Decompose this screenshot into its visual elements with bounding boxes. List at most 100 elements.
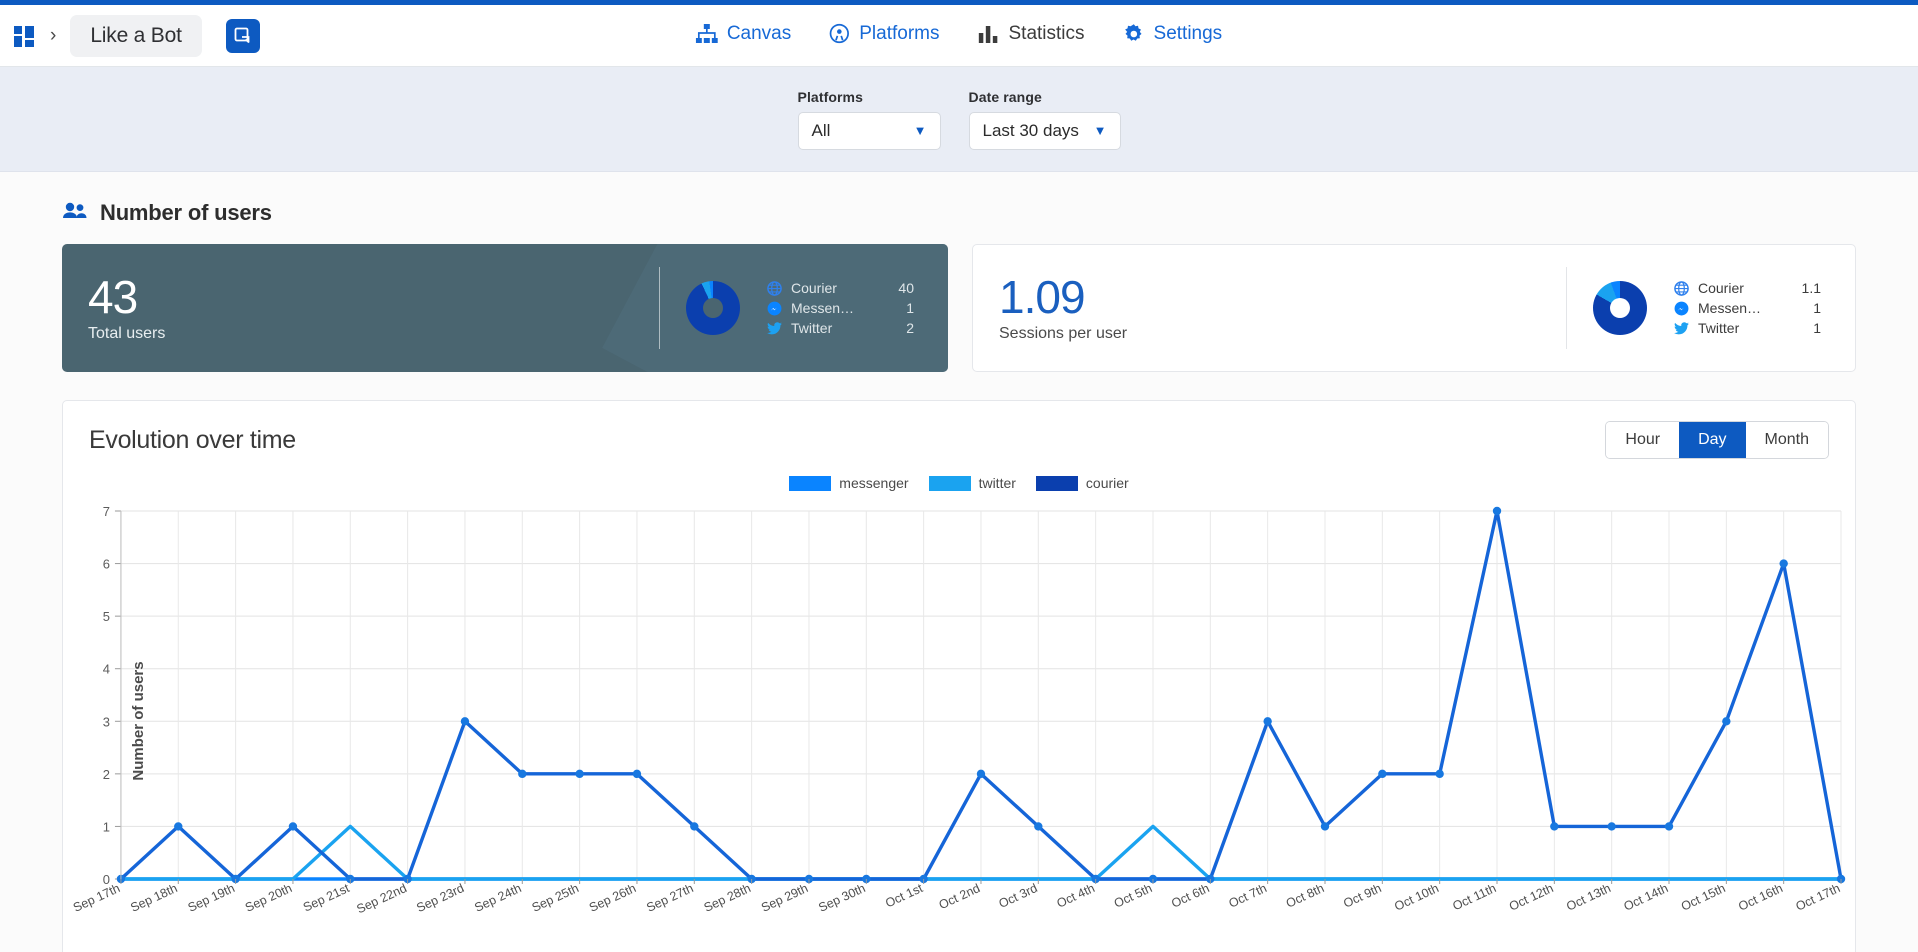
svg-text:Sep 22nd: Sep 22nd [355, 881, 409, 916]
svg-text:Oct 6th: Oct 6th [1169, 881, 1211, 911]
stat-cards-row: 43 Total users Courier 40 Messen… 1 Twit… [0, 244, 1918, 372]
legend-row: Courier 1.1 [1673, 280, 1833, 296]
legend-name: Courier [791, 280, 837, 296]
svg-text:Oct 9th: Oct 9th [1341, 881, 1383, 911]
messenger-icon [766, 300, 782, 316]
legend-row: Messen… 1 [1673, 300, 1833, 316]
svg-text:Sep 17th: Sep 17th [71, 881, 122, 915]
chevron-down-icon: ▼ [913, 123, 927, 138]
nav-label-statistics: Statistics [1008, 22, 1085, 44]
legend-value: 1.1 [1801, 280, 1821, 296]
nav-label-platforms: Platforms [859, 22, 940, 44]
twitter-icon [1673, 320, 1689, 336]
sessions-donut-chart [1593, 281, 1647, 335]
platforms-select[interactable]: All ▼ [797, 111, 941, 150]
chart-legend-item-messenger[interactable]: messenger [789, 475, 909, 491]
svg-text:Oct 11th: Oct 11th [1450, 881, 1498, 913]
svg-text:Sep 20th: Sep 20th [243, 881, 294, 915]
granularity-option-month[interactable]: Month [1745, 422, 1828, 458]
svg-text:5: 5 [103, 609, 110, 624]
granularity-option-day[interactable]: Day [1679, 422, 1746, 458]
svg-text:Oct 10th: Oct 10th [1392, 881, 1441, 914]
main-nav: Canvas Platforms Statistics Settings [695, 22, 1223, 45]
sessions-per-user-caption: Sessions per user [999, 325, 1128, 343]
legend-label: twitter [978, 475, 1016, 491]
chart-legend-item-twitter[interactable]: twitter [928, 475, 1016, 491]
sessions-per-user-card: 1.09 Sessions per user Courier 1.1 Messe… [972, 244, 1856, 372]
globe-icon [1673, 280, 1689, 296]
svg-text:Oct 4th: Oct 4th [1055, 881, 1097, 911]
globe-icon [766, 280, 782, 296]
people-icon [62, 202, 88, 225]
svg-text:2: 2 [103, 767, 110, 782]
duplicate-icon[interactable] [225, 18, 260, 53]
legend-row: Courier 40 [766, 280, 926, 296]
nav-item-settings[interactable]: Settings [1123, 22, 1223, 45]
svg-text:Oct 8th: Oct 8th [1284, 881, 1326, 911]
legend-swatch [789, 475, 832, 491]
breadcrumb-separator-icon: › [50, 24, 57, 46]
evolution-panel-header: Evolution over time Hour Day Month [63, 401, 1855, 459]
svg-text:Sep 29th: Sep 29th [759, 881, 810, 915]
app-grid-icon[interactable] [14, 25, 36, 47]
date-range-select-value: Last 30 days [982, 120, 1079, 140]
total-users-donut-chart [686, 281, 740, 335]
svg-text:Sep 25th: Sep 25th [530, 881, 581, 915]
chart-legend-item-courier[interactable]: courier [1035, 475, 1129, 491]
svg-text:Oct 13th: Oct 13th [1564, 881, 1613, 914]
legend-value: 1 [906, 300, 914, 316]
gear-icon [1123, 23, 1145, 45]
total-users-stat: 43 Total users [62, 273, 165, 343]
svg-text:Sep 28th: Sep 28th [702, 881, 753, 915]
sessions-per-user-value: 1.09 [999, 270, 1086, 323]
evolution-line-chart[interactable]: 01234567Sep 17th Sep 18th Sep 19th Sep 20th… [63, 501, 1855, 941]
svg-text:1: 1 [103, 819, 110, 834]
nav-label-settings: Settings [1153, 22, 1223, 44]
legend-swatch [928, 475, 971, 491]
svg-text:Sep 26th: Sep 26th [587, 881, 638, 915]
svg-text:Sep 23rd: Sep 23rd [414, 881, 466, 915]
svg-text:Sep 24th: Sep 24th [472, 881, 523, 915]
total-users-caption: Total users [88, 325, 166, 343]
nav-item-platforms[interactable]: Platforms [829, 23, 939, 45]
svg-text:Sep 19th: Sep 19th [186, 881, 237, 915]
svg-text:Oct 3rd: Oct 3rd [997, 881, 1040, 911]
sitemap-icon [695, 23, 718, 44]
chevron-down-icon: ▼ [1093, 123, 1107, 138]
legend-name: Twitter [791, 320, 833, 336]
filter-bar: Platforms All ▼ Date range Last 30 days … [0, 67, 1918, 172]
legend-value: 40 [898, 280, 914, 296]
evolution-over-time-panel: Evolution over time Hour Day Month messe… [62, 400, 1856, 952]
bar-chart-icon [977, 24, 999, 44]
legend-swatch [1035, 475, 1078, 491]
bot-name-breadcrumb[interactable]: Like a Bot [70, 14, 202, 57]
legend-name: Twitter [1698, 320, 1740, 336]
date-range-select[interactable]: Last 30 days ▼ [968, 111, 1121, 150]
svg-text:Oct 1st: Oct 1st [883, 881, 925, 911]
chart-plot-area: Number of users 0 1 2 3 4 5 6 7 Sep 17th Sep 18th… [63, 501, 1855, 941]
header-left: › Like a Bot [0, 14, 260, 57]
legend-name: Courier [1698, 280, 1744, 296]
evolution-title: Evolution over time [89, 425, 296, 454]
messenger-icon [1673, 300, 1689, 316]
svg-text:Sep 27th: Sep 27th [644, 881, 695, 915]
legend-row: Twitter 1 [1673, 320, 1833, 336]
nav-item-statistics[interactable]: Statistics [977, 22, 1085, 45]
legend-label: messenger [839, 475, 909, 491]
granularity-option-hour[interactable]: Hour [1606, 422, 1680, 458]
y-axis-title: Number of users [130, 661, 148, 781]
total-users-breakdown: Courier 40 Messen… 1 Twitter 2 [659, 244, 926, 372]
app-header: › Like a Bot Canvas Platforms Statistics… [0, 5, 1918, 67]
svg-text:4: 4 [103, 662, 110, 677]
svg-text:6: 6 [103, 557, 110, 572]
sessions-breakdown: Courier 1.1 Messen… 1 Twitter 1 [1566, 245, 1833, 371]
section-title: Number of users [100, 200, 272, 225]
total-users-legend: Courier 40 Messen… 1 Twitter 2 [766, 280, 926, 336]
platforms-select-value: All [811, 120, 831, 140]
sessions-legend: Courier 1.1 Messen… 1 Twitter 1 [1673, 280, 1833, 336]
date-range-filter: Date range Last 30 days ▼ [968, 89, 1121, 150]
legend-value: 2 [906, 320, 914, 336]
nav-item-canvas[interactable]: Canvas [695, 23, 791, 45]
legend-label: courier [1085, 475, 1129, 491]
granularity-toggle: Hour Day Month [1605, 421, 1829, 459]
